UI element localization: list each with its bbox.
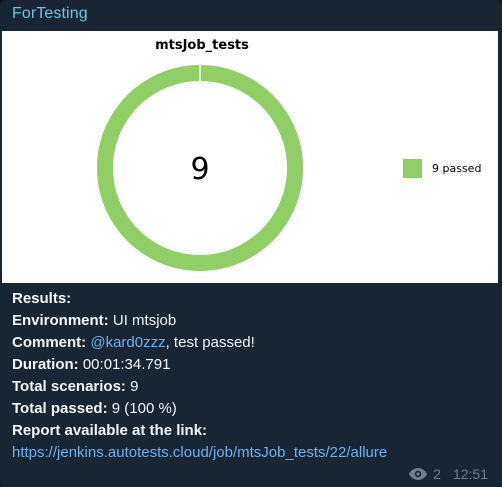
total-passed-line: Total passed: 9 (100 %) xyxy=(12,398,387,420)
comment-label: Comment: xyxy=(12,334,87,351)
sender-name[interactable]: ForTesting xyxy=(12,5,88,23)
total-scenarios-label: Total scenarios: xyxy=(12,378,126,395)
message-meta: 2 12:51 xyxy=(408,466,488,482)
legend-swatch xyxy=(403,159,422,178)
results-line: Results: xyxy=(12,288,387,310)
environment-line: Environment: UI mtsjob xyxy=(12,310,387,332)
legend-label: 9 passed xyxy=(432,162,482,175)
total-scenarios-line: Total scenarios: 9 xyxy=(12,376,387,398)
duration-label: Duration: xyxy=(12,356,79,373)
chart-svg: 9 xyxy=(97,64,303,271)
message-caption: Results: Environment: UI mtsjob Comment:… xyxy=(12,288,387,464)
chart-legend: 9 passed xyxy=(403,159,481,178)
duration-line: Duration: 00:01:34.791 xyxy=(12,354,387,376)
total-passed-value: 9 (100 %) xyxy=(111,400,177,417)
report-line: Report available at the link: xyxy=(12,420,387,442)
environment-value: UI mtsjob xyxy=(112,312,177,329)
results-label: Results: xyxy=(12,290,72,307)
environment-label: Environment: xyxy=(12,312,109,329)
mention-link[interactable]: @kard0zzz xyxy=(90,334,165,351)
center-count-label: 9 xyxy=(190,152,209,187)
chart-image[interactable]: mtsJob_tests 9 9 passed xyxy=(2,31,498,283)
message-bubble: ForTesting mtsJob_tests 9 9 passed Resul… xyxy=(0,0,502,487)
duration-value: 00:01:34.791 xyxy=(82,356,171,373)
view-count: 2 xyxy=(433,466,441,482)
eye-icon xyxy=(409,468,428,480)
message-time: 12:51 xyxy=(452,466,488,482)
comment-text: , test passed! xyxy=(165,334,255,351)
report-label: Report available at the link: xyxy=(12,422,208,439)
total-scenarios-value: 9 xyxy=(130,378,139,395)
report-link[interactable]: https://jenkins.autotests.cloud/job/mtsJ… xyxy=(12,444,387,461)
total-passed-label: Total passed: xyxy=(12,400,108,417)
comment-line: Comment: @kard0zzz, test passed! xyxy=(12,332,387,354)
report-link-line: https://jenkins.autotests.cloud/job/mtsJ… xyxy=(12,442,387,464)
